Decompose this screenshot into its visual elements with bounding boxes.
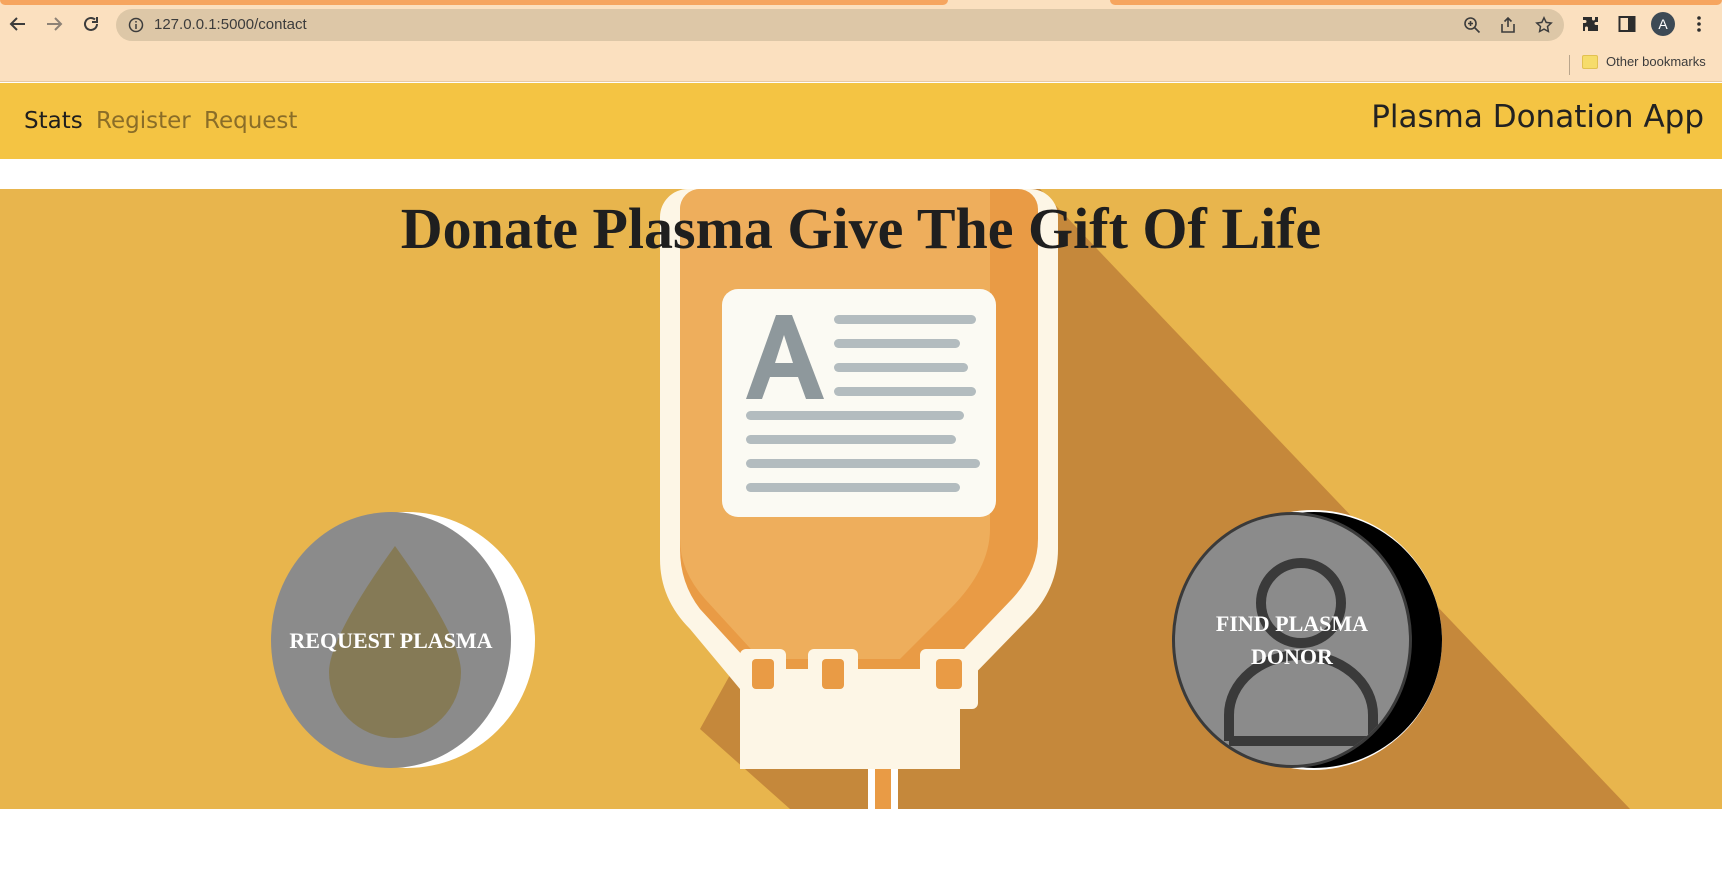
- browser-chrome: 127.0.0.1:5000/contact A Other bookmarks: [0, 0, 1722, 82]
- app-brand[interactable]: Plasma Donation App: [1371, 99, 1704, 135]
- bookmarks-divider: [1569, 55, 1570, 75]
- menu-icon[interactable]: [1687, 12, 1711, 36]
- url-text[interactable]: 127.0.0.1:5000/contact: [154, 16, 307, 33]
- hero-section: Donate Plasma Give The Gift Of Life REQU…: [0, 189, 1722, 809]
- back-icon[interactable]: [4, 10, 32, 38]
- star-icon[interactable]: [1534, 15, 1554, 35]
- reload-icon[interactable]: [77, 10, 105, 38]
- app-navbar: Stats Register Request Plasma Donation A…: [0, 83, 1722, 159]
- nav-link-stats[interactable]: Stats: [24, 108, 83, 134]
- blood-bag-illustration: [660, 189, 1630, 809]
- extensions-icon[interactable]: [1579, 12, 1603, 36]
- hero-title: Donate Plasma Give The Gift Of Life: [400, 196, 1322, 261]
- request-plasma-button[interactable]: REQUEST PLASMA: [271, 512, 535, 768]
- forward-icon[interactable]: [40, 10, 68, 38]
- folder-icon: [1582, 54, 1598, 69]
- profile-avatar[interactable]: A: [1651, 12, 1675, 36]
- tab-strip-edge: [0, 0, 948, 5]
- zoom-icon[interactable]: [1462, 15, 1482, 35]
- share-icon[interactable]: [1498, 15, 1518, 35]
- nav-link-request[interactable]: Request: [204, 108, 297, 134]
- tab-strip-edge-right: [1110, 0, 1722, 5]
- find-plasma-donor-button[interactable]: FIND PLASMA DONOR: [1172, 510, 1442, 770]
- site-info-icon[interactable]: [128, 17, 144, 33]
- nav-link-register[interactable]: Register: [96, 108, 191, 134]
- bookmarks-bar: Other bookmarks: [0, 50, 1722, 82]
- address-bar[interactable]: 127.0.0.1:5000/contact: [116, 9, 1564, 41]
- find-plasma-donor-label: FIND PLASMA DONOR: [1215, 611, 1369, 669]
- other-bookmarks-folder[interactable]: Other bookmarks: [1582, 54, 1706, 69]
- side-panel-icon[interactable]: [1615, 12, 1639, 36]
- request-plasma-label: REQUEST PLASMA: [289, 627, 493, 653]
- other-bookmarks-label: Other bookmarks: [1606, 54, 1706, 69]
